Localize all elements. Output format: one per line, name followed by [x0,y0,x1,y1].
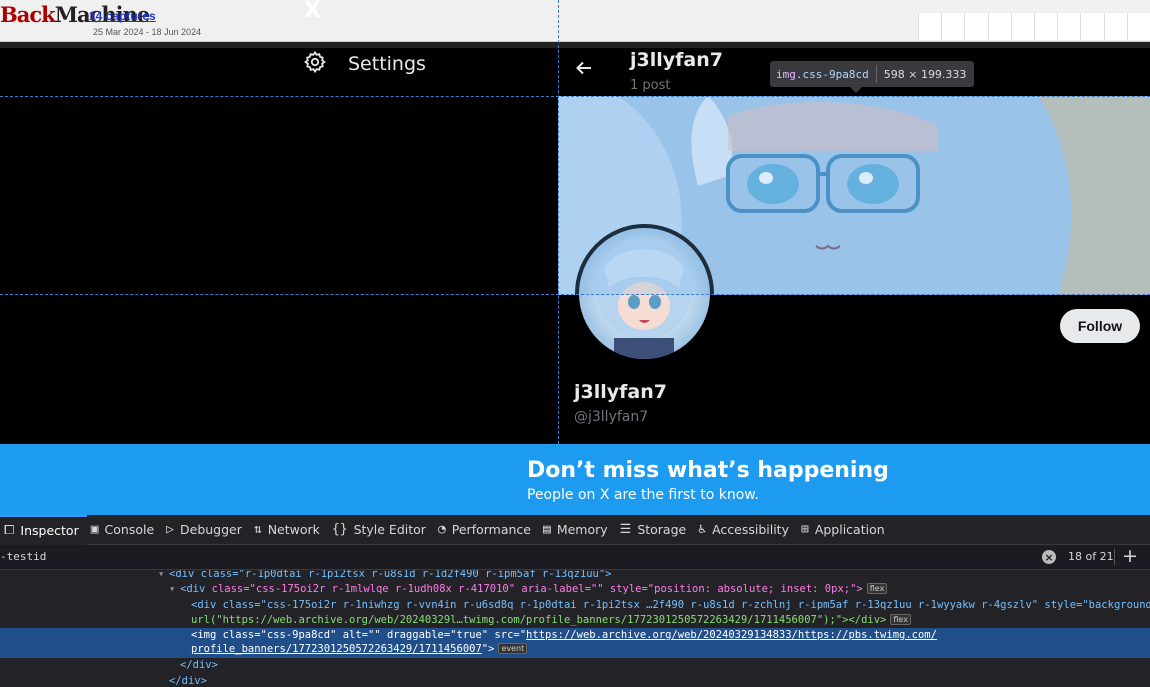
tab-performance[interactable]: ◔ Performance [434,515,539,545]
debugger-icon: ▷ [166,522,174,537]
style-editor-icon: {} [331,522,348,537]
tab-style-editor[interactable]: {} Style Editor [328,515,434,545]
tab-memory[interactable]: ▤ Memory [539,515,616,545]
accessibility-icon: ♿ [698,522,707,537]
clear-search-icon[interactable]: × [1042,550,1056,564]
tree-node-selected[interactable]: <img class="css-9pa8cd" alt="" draggable… [0,628,1150,658]
storage-icon: ☰ [619,522,632,537]
wayback-toolbar: Back Machine 14 captures 25 Mar 2024 - 18… [0,0,1150,42]
expand-toggle-icon[interactable]: ▾ [169,582,180,597]
performance-icon: ◔ [437,522,446,537]
settings-label: Settings [348,53,426,75]
tree-node[interactable]: <div class="css-175oi2r r-1niwhzg r-vvn4… [0,598,1150,613]
settings-link[interactable]: Settings [303,50,426,78]
signup-prompt-banner: Don’t miss what’s happening People on X … [0,444,1150,515]
captures-link[interactable]: 14 captures [89,9,156,23]
console-icon: ▣ [90,522,99,537]
add-node-icon[interactable]: + [1122,545,1138,567]
gear-icon [303,50,327,78]
devtools-tab-bar: ⧠ Inspector ▣ Console ▷ Debugger ⇅ Network {… [0,514,1150,545]
toolbar-divider [0,42,1150,48]
signup-prompt-title: Don’t miss what’s happening [527,458,889,483]
tab-console[interactable]: ▣ Console [87,515,162,545]
tab-network[interactable]: ⇅ Network [250,515,328,545]
tree-node-close: </div> [169,675,207,687]
inspector-icon: ⧠ [4,523,15,538]
highlight-guide-left [558,0,559,444]
tooltip-class: .css-9pa8cd [795,67,869,81]
follow-button[interactable]: Follow [1060,309,1140,343]
tab-debugger[interactable]: ▷ Debugger [162,515,250,545]
tab-accessibility[interactable]: ♿ Accessibility [694,515,797,545]
event-badge[interactable]: event [498,643,528,654]
search-match-count: 18 of 21 [1068,550,1114,563]
tab-inspector[interactable]: ⧠ Inspector [0,514,87,545]
image-src-link-continued[interactable]: profile_banners/1772301250572263429/1711… [191,643,482,655]
capture-sparkline[interactable] [918,13,1150,40]
profile-handle: @j3llyfan7 [574,409,649,425]
header-post-count: 1 post [630,78,671,93]
tooltip-dimensions: 598 × 199.333 [883,67,967,81]
header-profile-name: j3llyfan7 [630,49,723,71]
tree-node[interactable]: ▾ <div class="css-175oi2r r-1mlwlqe r-1ud… [0,582,1150,597]
inspector-tooltip: img .css-9pa8cd 598 × 199.333 [770,61,975,87]
markup-search-bar[interactable]: -testid × 18 of 21 + [0,545,1150,570]
tooltip-arrow [850,87,862,93]
tab-application[interactable]: ⊞ Application [797,515,893,545]
application-icon: ⊞ [800,522,809,537]
tree-node-continued: url("https://web.archive.org/web/2024032… [0,613,1150,628]
flex-badge[interactable]: flex [866,583,888,594]
capture-date-range: 25 Mar 2024 - 18 Jun 2024 [93,27,202,37]
back-arrow-icon[interactable] [574,58,594,82]
highlight-guide-top [0,96,1150,97]
memory-icon: ▤ [542,522,551,537]
signup-prompt-subtitle: People on X are the first to know. [527,487,759,503]
image-src-link[interactable]: https://web.archive.org/web/202403291348… [526,629,937,641]
search-input[interactable]: -testid [0,550,46,563]
tooltip-tag: img [776,67,796,81]
profile-name: j3llyfan7 [574,381,667,403]
highlight-guide-bottom [0,294,1150,295]
network-icon: ⇅ [253,522,262,537]
tab-storage[interactable]: ☰ Storage [616,515,695,545]
inspector-highlight-overlay [558,96,1150,295]
flex-badge[interactable]: flex [890,614,911,625]
markup-tree[interactable]: ▾ <div class="r-1p0dtai r-1pi2tsx r-u8s1d… [0,570,1150,687]
tree-node-close: </div> [180,659,218,671]
x-logo-icon: X [304,0,321,23]
tree-node[interactable]: ▾ <div class="r-1p0dtai r-1pi2tsx r-u8s1d… [0,570,1150,582]
expand-toggle-icon[interactable]: ▾ [158,570,169,582]
